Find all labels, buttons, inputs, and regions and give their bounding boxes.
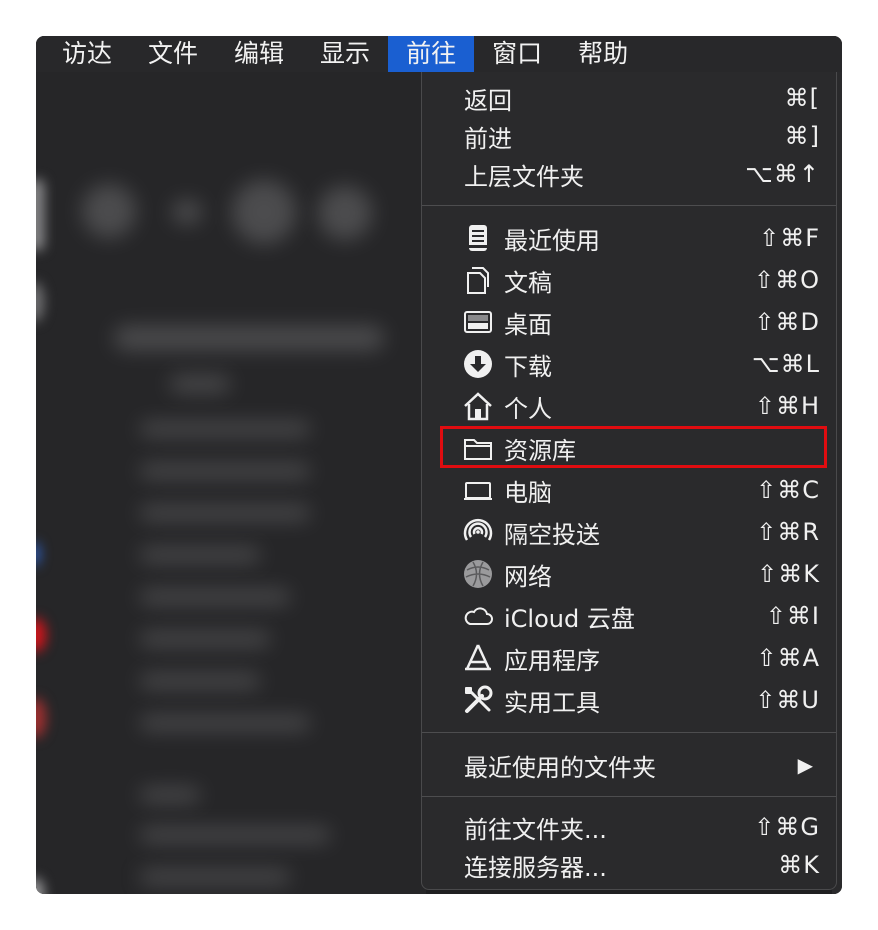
menu-item-enclosing-folder[interactable]: 上层文件夹 ⌥⌘↑ (422, 154, 836, 194)
menu-go[interactable]: 前往 (388, 36, 475, 72)
menu-item-documents[interactable]: 文稿 ⇧⌘O (422, 260, 836, 300)
menu-window[interactable]: 窗口 (474, 36, 560, 72)
menu-item-label: 连接服务器... (464, 853, 607, 882)
menu-item-label: 前往文件夹... (464, 815, 607, 844)
blurred-background (36, 72, 426, 894)
submenu-arrow-icon: ▶ (797, 753, 814, 777)
menu-item-shortcut: ⌥⌘L (751, 350, 820, 378)
computer-icon (464, 482, 492, 500)
menu-item-shortcut: ⇧⌘U (755, 686, 820, 714)
utilities-icon (465, 685, 493, 713)
menu-item-computer[interactable]: 电脑 ⇧⌘C (422, 470, 836, 510)
menu-item-label: 下载 (504, 352, 552, 381)
menu-item-shortcut: ⇧⌘K (757, 560, 820, 588)
menu-item-shortcut: ⇧⌘I (765, 602, 820, 630)
menu-item-connect-server[interactable]: 连接服务器... ⌘K (422, 845, 836, 885)
menu-item-go-to-folder[interactable]: 前往文件夹... ⇧⌘G (422, 807, 836, 847)
menu-item-label: 最近使用的文件夹 (464, 753, 656, 782)
menu-item-applications[interactable]: 应用程序 ⇧⌘A (422, 638, 836, 678)
menu-item-label: 文稿 (504, 268, 552, 297)
menu-item-label: 前进 (464, 124, 512, 153)
menu-bar: 访达 文件 编辑 显示 前往 窗口 帮助 (36, 36, 842, 72)
menu-item-shortcut: ⇧⌘A (756, 644, 820, 672)
menu-view[interactable]: 显示 (302, 36, 388, 72)
menu-item-shortcut: ⌘[ (784, 84, 820, 112)
menu-item-shortcut: ⌘K (778, 851, 820, 879)
menu-item-label: 个人 (504, 394, 552, 423)
menu-item-utilities[interactable]: 实用工具 ⇧⌘U (422, 680, 836, 720)
menu-item-shortcut: ⇧⌘F (759, 224, 820, 252)
go-menu-dropdown: 返回 ⌘[ 前进 ⌘] 上层文件夹 ⌥⌘↑ 最近使用 ⇧⌘F 文稿 ⇧⌘O 桌面… (421, 72, 837, 890)
menu-item-label: 网络 (504, 562, 552, 591)
menu-finder[interactable]: 访达 (36, 36, 130, 72)
downloads-icon (464, 350, 492, 378)
applications-icon (465, 644, 491, 671)
menu-item-shortcut: ⇧⌘O (754, 266, 820, 294)
menu-item-shortcut: ⌥⌘↑ (745, 160, 820, 188)
annotation-highlight-box (440, 426, 827, 468)
menu-item-network[interactable]: 网络 ⇧⌘K (422, 554, 836, 594)
home-icon (464, 392, 492, 421)
menu-item-label: iCloud 云盘 (504, 604, 635, 633)
menu-item-shortcut: ⇧⌘H (754, 392, 820, 420)
menu-item-recents[interactable]: 最近使用 ⇧⌘F (422, 218, 836, 258)
menu-item-icloud[interactable]: iCloud 云盘 ⇧⌘I (422, 596, 836, 636)
menu-item-back[interactable]: 返回 ⌘[ (422, 78, 836, 118)
menu-item-shortcut: ⇧⌘C (756, 476, 820, 504)
menu-separator (422, 205, 836, 206)
menu-item-label: 上层文件夹 (464, 162, 584, 191)
airdrop-icon (463, 518, 493, 541)
menu-item-shortcut: ⇧⌘R (756, 518, 820, 546)
menu-item-shortcut: ⌘] (784, 122, 820, 150)
menu-item-label: 隔空投送 (504, 520, 600, 549)
menu-item-label: 应用程序 (504, 646, 600, 675)
menu-item-recent-folders[interactable]: 最近使用的文件夹 ▶ (422, 745, 836, 785)
menu-item-downloads[interactable]: 下载 ⌥⌘L (422, 344, 836, 384)
desktop-icon (464, 311, 492, 333)
menu-item-shortcut: ⇧⌘D (754, 308, 820, 336)
menu-item-desktop[interactable]: 桌面 ⇧⌘D (422, 302, 836, 342)
menu-file[interactable]: 文件 (130, 36, 216, 72)
menu-item-airdrop[interactable]: 隔空投送 ⇧⌘R (422, 512, 836, 552)
menu-separator (422, 796, 836, 797)
menu-item-label: 电脑 (504, 478, 552, 507)
menu-separator (422, 732, 836, 733)
menu-help[interactable]: 帮助 (560, 36, 646, 72)
menu-item-forward[interactable]: 前进 ⌘] (422, 116, 836, 156)
menu-item-label: 最近使用 (504, 226, 600, 255)
menu-item-label: 桌面 (504, 310, 552, 339)
documents-icon (467, 267, 489, 294)
menu-item-home[interactable]: 个人 ⇧⌘H (422, 386, 836, 426)
recents-icon (469, 225, 487, 251)
menu-edit[interactable]: 编辑 (216, 36, 302, 72)
menu-item-shortcut: ⇧⌘G (754, 813, 820, 841)
menu-item-label: 实用工具 (504, 688, 600, 717)
icloud-icon (464, 607, 493, 625)
menu-item-label: 返回 (464, 86, 512, 115)
network-icon (464, 560, 492, 588)
